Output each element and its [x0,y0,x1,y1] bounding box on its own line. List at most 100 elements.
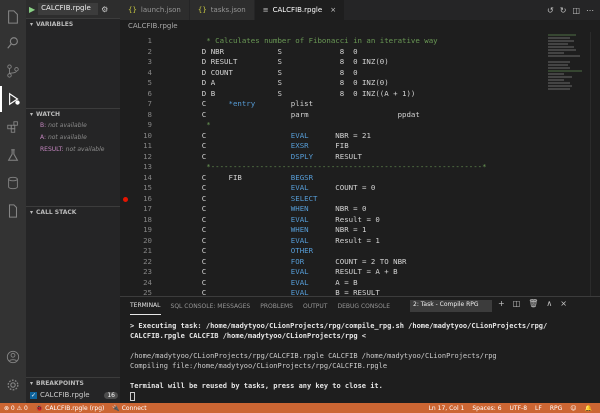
chevron-down-icon: ▾ [30,379,34,387]
breadcrumb[interactable]: CALCFIB.rpgle [120,20,600,32]
code-line[interactable]: 7 C *entry plist [120,99,600,110]
status-eol[interactable]: LF [535,405,542,412]
line-number: 16 [143,193,152,203]
tab-problems[interactable]: PROBLEMS [260,297,293,315]
debug-sidebar: ▶ CALCFIB.rpgle ⚙ ▾ VARIABLES ▾ WATCH B:… [26,0,120,403]
account-icon[interactable] [0,344,26,370]
tab-launch-json[interactable]: {} launch.json [120,0,190,20]
line-number: 25 [143,288,152,296]
code-line[interactable]: 11 C EXSR FIB [120,141,600,152]
search-icon[interactable] [0,30,26,56]
panel-actions: + ◫ 🗑 ∧ × [498,299,567,308]
more-actions-icon[interactable]: ⋯ [586,6,594,15]
status-indentation[interactable]: Spaces: 6 [472,405,501,412]
breakpoint-item[interactable]: ✓ CALCFIB.rpgle 16 [30,391,118,399]
code-line[interactable]: 9 * [120,120,600,131]
source-control-icon[interactable] [0,58,26,84]
split-editor-icon[interactable]: ◫ [572,6,580,15]
feedback-icon[interactable]: ☺ [570,405,576,412]
tab-tasks-json[interactable]: {} tasks.json [189,0,255,20]
trash-icon[interactable]: 🗑 [528,299,538,308]
tab-terminal[interactable]: TERMINAL [130,297,161,315]
line-number: 23 [143,267,152,276]
code-line[interactable]: 6 D B S 8 0 INZ((A + 1)) [120,89,600,100]
status-file[interactable]: 🐞 CALCFIB.rpgle (rpg) [36,405,105,412]
code-line[interactable]: 19 C WHEN NBR = 1 [120,225,600,236]
tab-output[interactable]: OUTPUT [303,297,327,315]
watch-expression[interactable]: A: not available [40,134,87,141]
code-line[interactable]: 12 C DSPLY RESULT [120,152,600,163]
line-number: 15 [143,183,152,192]
code-line[interactable]: 5 D A S 8 0 INZ(0) [120,78,600,89]
status-position[interactable]: Ln 17, Col 1 [429,405,465,412]
code-line[interactable]: 2 D NBR S 8 0 [120,47,600,58]
minimap[interactable] [546,32,586,92]
code-line[interactable]: 16 C SELECT [120,194,600,205]
watch-section-header[interactable]: ▾ WATCH [26,108,120,119]
editor-scrollbar[interactable] [590,32,600,296]
extensions-icon[interactable] [0,114,26,140]
code-text: C *entry plist [184,99,314,108]
status-language[interactable]: RPG [550,405,562,412]
launch-config-select[interactable]: CALCFIB.rpgle [38,3,99,15]
close-panel-icon[interactable]: × [560,299,567,308]
status-bar: ⊗ 0 ⚠ 0 🐞 CALCFIB.rpgle (rpg) 🔌 Connect … [0,403,600,413]
status-encoding[interactable]: UTF-8 [510,405,528,412]
breakpoint-checkbox[interactable]: ✓ [30,391,37,399]
code-line[interactable]: 20 C EVAL Result = 1 [120,236,600,247]
settings-gear-icon[interactable] [0,372,26,398]
problems-status[interactable]: ⊗ 0 ⚠ 0 [4,405,28,412]
code-text: C EVAL RESULT = A + B [184,267,398,276]
code-text: C EVAL A = B [184,277,358,287]
line-number: 11 [143,141,152,150]
terminal-line: > Executing task: /home/madytyoo/CLionPr… [130,322,548,330]
code-text: * [184,120,211,129]
new-terminal-icon[interactable]: + [498,299,505,308]
chevron-up-icon[interactable]: ∧ [546,299,552,308]
editor-actions: ↺ ↻ ◫ ⋯ [547,0,600,20]
tab-sql-console-messages[interactable]: SQL CONSOLE: MESSAGES [171,297,251,315]
tab-debug-console[interactable]: DEBUG CONSOLE [337,297,390,315]
code-line[interactable]: 10 C EVAL NBR = 21 [120,131,600,142]
code-line[interactable]: 14 C FIB BEGSR [120,173,600,184]
code-line[interactable]: 15 C EVAL COUNT = 0 [120,183,600,194]
code-line[interactable]: 21 C OTHER [120,246,600,257]
watch-expression[interactable]: B: not available [40,122,87,129]
variables-section-header[interactable]: ▾ VARIABLES [26,18,120,29]
code-line[interactable]: 17 C WHEN NBR = 0 [120,204,600,215]
start-debugging-icon[interactable]: ▶ [29,5,35,14]
open-launch-json-gear-icon[interactable]: ⚙ [101,5,108,14]
status-connect[interactable]: 🔌 Connect [112,405,146,412]
code-line[interactable]: 8 C parm ppdat [120,110,600,121]
code-editor[interactable]: 1 * Calculates number of Fibonacci in an… [120,32,600,296]
file-icon[interactable] [0,198,26,224]
code-line[interactable]: 23 C EVAL RESULT = A + B [120,267,600,278]
terminal-output[interactable]: > Executing task: /home/madytyoo/CLionPr… [130,321,596,401]
variables-section-label: VARIABLES [36,20,74,28]
code-line[interactable]: 22 C FOR COUNT = 2 TO NBR [120,257,600,268]
code-line[interactable]: 24 C EVAL A = B [120,278,600,289]
breadcrumb-file[interactable]: CALCFIB.rpgle [128,22,178,30]
breakpoints-section-header[interactable]: ▾ BREAKPOINTS [26,377,120,388]
debug-icon[interactable] [0,86,26,112]
go-back-icon[interactable]: ↺ [547,6,554,15]
code-line[interactable]: 18 C EVAL Result = 0 [120,215,600,226]
code-line[interactable]: 3 D RESULT S 8 0 INZ(0) [120,57,600,68]
notifications-bell-icon[interactable]: 🔔 [585,405,592,412]
call-stack-section-header[interactable]: ▾ CALL STACK [26,206,120,217]
close-icon[interactable]: × [330,6,336,14]
go-forward-icon[interactable]: ↻ [560,6,567,15]
terminal-select[interactable]: 2: Task - Compile RPG [410,300,492,312]
testing-icon[interactable] [0,142,26,168]
code-line[interactable]: 4 D COUNT S 8 0 [120,68,600,79]
code-line[interactable]: 1 * Calculates number of Fibonacci in an… [120,36,600,47]
explorer-icon[interactable] [0,4,26,30]
code-line[interactable]: 13 *------------------------------------… [120,162,600,173]
split-terminal-icon[interactable]: ◫ [513,299,521,308]
tab-calcfib-rpgle[interactable]: ≡ CALCFIB.rpgle × [254,0,346,20]
activity-bar [0,0,26,413]
watch-expression[interactable]: RESULT: not available [40,146,104,153]
status-connect-label: Connect [121,404,147,412]
code-line[interactable]: 25 C EVAL B = RESULT [120,288,600,296]
database-icon[interactable] [0,170,26,196]
